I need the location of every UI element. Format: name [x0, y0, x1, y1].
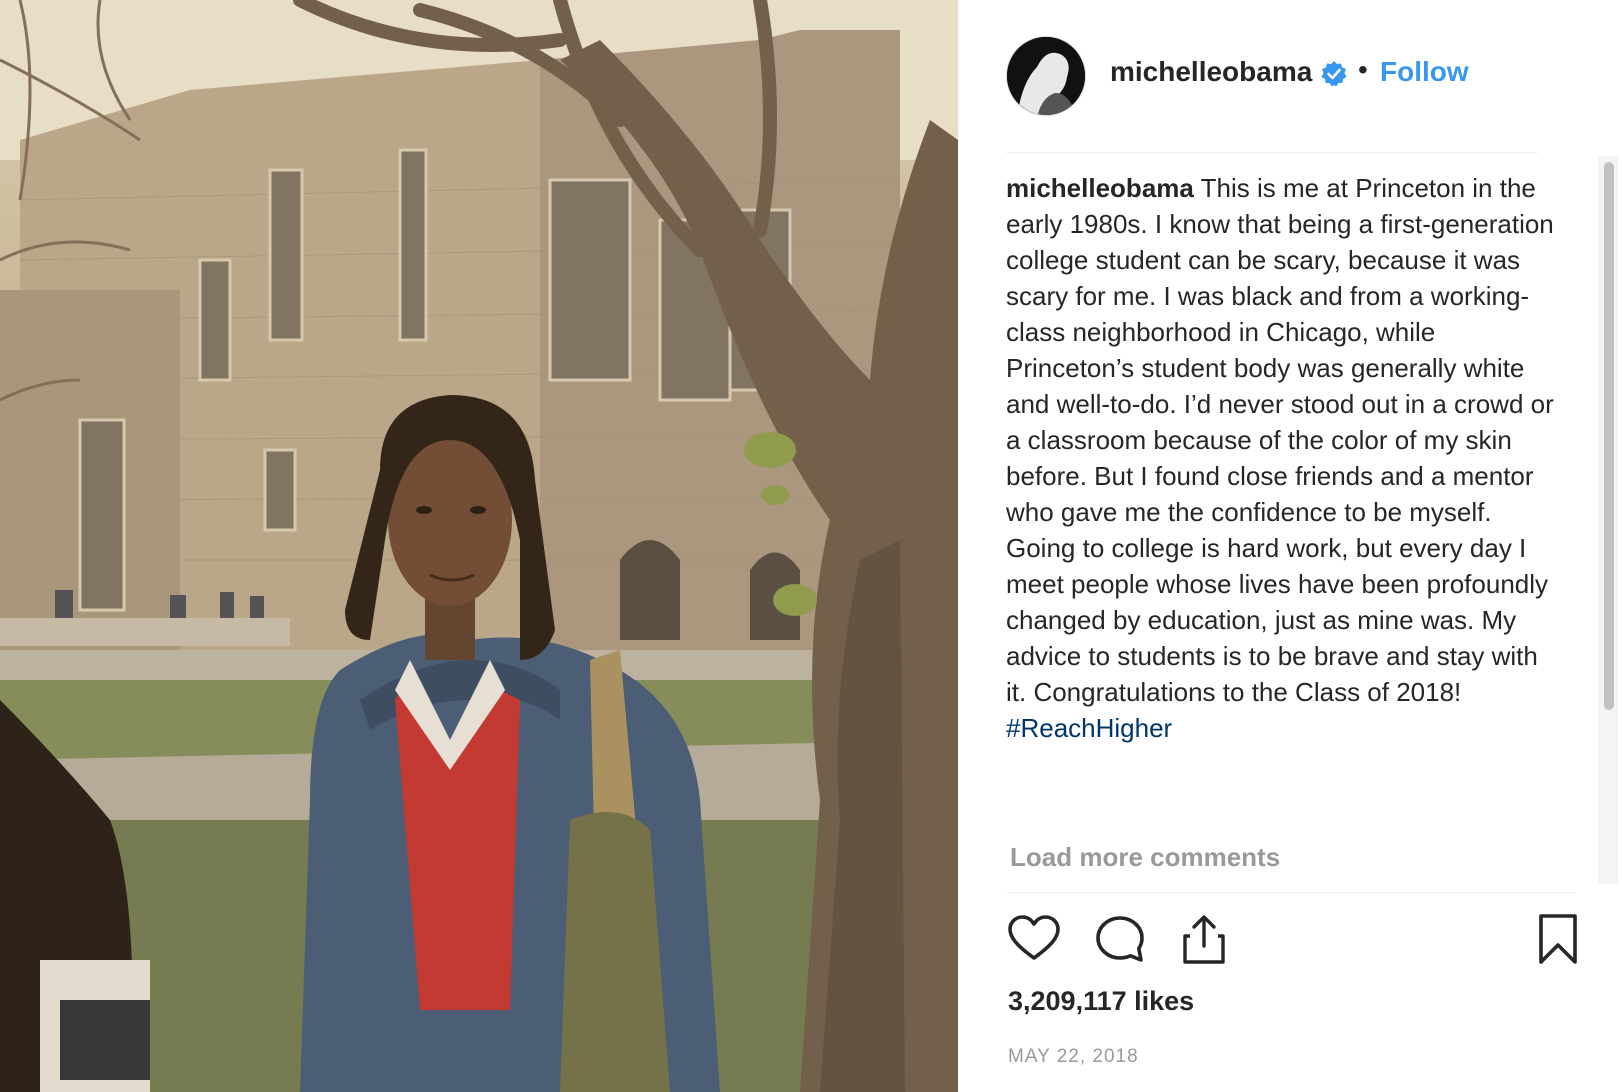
avatar[interactable] — [1006, 36, 1086, 116]
heart-icon[interactable] — [1006, 912, 1062, 968]
post-caption: michelleobama This is me at Princeton in… — [1006, 170, 1554, 746]
likes-count[interactable]: 3,209,117 likes — [1008, 986, 1194, 1017]
caption-username[interactable]: michelleobama — [1006, 173, 1194, 203]
header-separator: • — [1358, 54, 1368, 85]
post-actions — [1006, 912, 1577, 972]
verified-badge-icon — [1320, 60, 1348, 88]
comments-section: michelleobama This is me at Princeton in… — [1006, 170, 1554, 880]
post-header: michelleobama • Follow — [958, 0, 1622, 152]
header-divider — [1006, 152, 1538, 153]
post-photo-illustration — [0, 0, 958, 1092]
follow-button[interactable]: Follow — [1380, 56, 1469, 88]
post-date[interactable]: MAY 22, 2018 — [1008, 1046, 1139, 1068]
post-side-panel: michelleobama • Follow michelleobama Thi… — [958, 0, 1622, 1092]
comments-scrollbar[interactable] — [1598, 156, 1618, 884]
bookmark-icon[interactable] — [1530, 912, 1586, 968]
caption-text: This is me at Princeton in the early 198… — [1006, 173, 1554, 707]
instagram-post-view: michelleobama • Follow michelleobama Thi… — [0, 0, 1622, 1092]
comment-bubble-icon[interactable] — [1092, 912, 1148, 968]
post-photo[interactable] — [0, 0, 958, 1092]
hashtag-link[interactable]: #ReachHigher — [1006, 710, 1554, 746]
actions-divider — [1006, 892, 1576, 893]
load-more-comments-button[interactable]: Load more comments — [1010, 842, 1280, 873]
author-username[interactable]: michelleobama — [1110, 56, 1312, 88]
share-icon[interactable] — [1176, 912, 1232, 968]
avatar-image — [1007, 37, 1085, 115]
scrollbar-thumb[interactable] — [1604, 162, 1614, 710]
